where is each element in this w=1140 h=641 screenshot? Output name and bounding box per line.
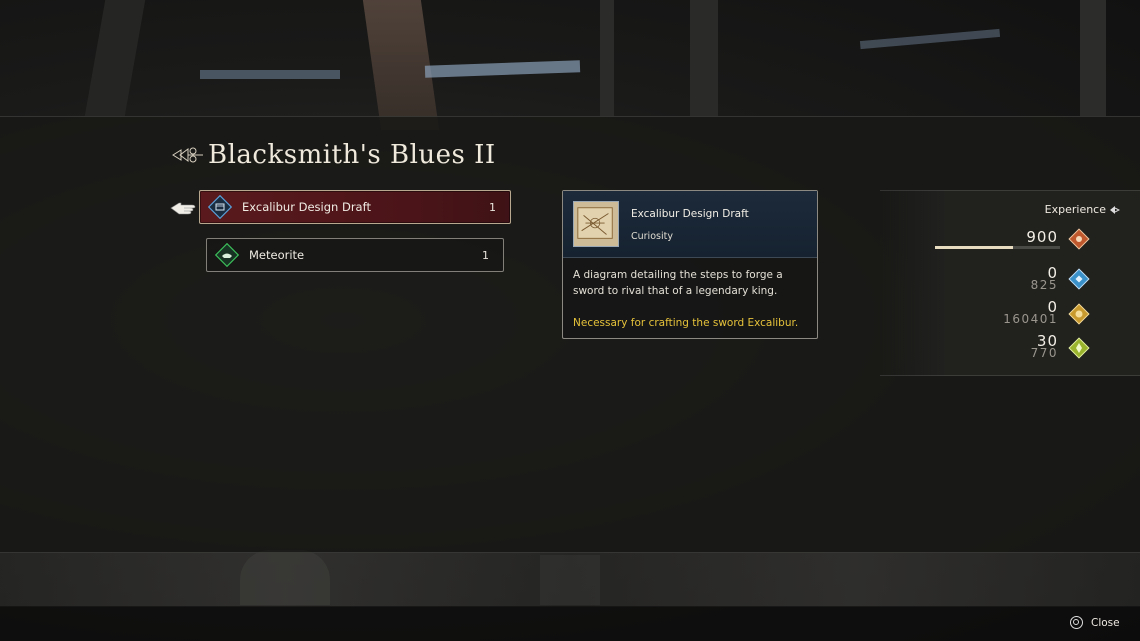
- item-name: Meteorite: [249, 248, 305, 262]
- experience-progress-bar: [935, 246, 1060, 249]
- detail-crafting-note: Necessary for crafting the sword Excalib…: [573, 317, 799, 329]
- skill-total: 770: [1030, 346, 1058, 360]
- experience-label: Experience: [1044, 203, 1106, 216]
- experience-progress-fill: [935, 246, 1013, 249]
- detail-item-name: Excalibur Design Draft: [631, 208, 749, 220]
- circle-button-icon: [1070, 616, 1083, 629]
- gil-total: 160401: [1003, 312, 1058, 326]
- item-quantity: 1: [482, 248, 489, 262]
- ap-total: 825: [1030, 278, 1058, 292]
- detail-header: Excalibur Design Draft Curiosity: [563, 191, 817, 258]
- experience-value: 900: [1026, 228, 1058, 246]
- gil-coin-icon: [1068, 303, 1090, 325]
- skill-gem-icon: [1068, 337, 1090, 359]
- item-name: Excalibur Design Draft: [242, 200, 371, 214]
- blueprint-icon: [208, 195, 232, 219]
- close-button[interactable]: Close: [1070, 616, 1120, 629]
- quest-ornament-icon: [172, 147, 203, 163]
- ap-gem-icon: [1068, 268, 1090, 290]
- exp-gem-icon: [1068, 228, 1090, 250]
- item-detail-panel: Excalibur Design Draft Curiosity A diagr…: [562, 190, 818, 339]
- page-title: Blacksmith's Blues II: [208, 140, 496, 170]
- experience-arrow-icon: [1110, 206, 1120, 214]
- ore-icon: [215, 243, 239, 267]
- list-item-meteorite[interactable]: Meteorite 1: [206, 238, 504, 272]
- list-item-excalibur-design-draft[interactable]: Excalibur Design Draft 1: [199, 190, 511, 224]
- hand-pointer-icon: [170, 202, 196, 215]
- item-thumbnail-icon: [573, 201, 619, 247]
- footer-bar: [0, 606, 1140, 641]
- detail-description: A diagram detailing the steps to forge a…: [573, 269, 783, 297]
- experience-panel: Experience 900 0 825 0 160401 30 770: [880, 190, 1140, 376]
- quest-title-row: Blacksmith's Blues II: [172, 140, 496, 170]
- close-label: Close: [1091, 616, 1120, 629]
- item-quantity: 1: [489, 200, 496, 214]
- detail-item-category: Curiosity: [631, 231, 673, 242]
